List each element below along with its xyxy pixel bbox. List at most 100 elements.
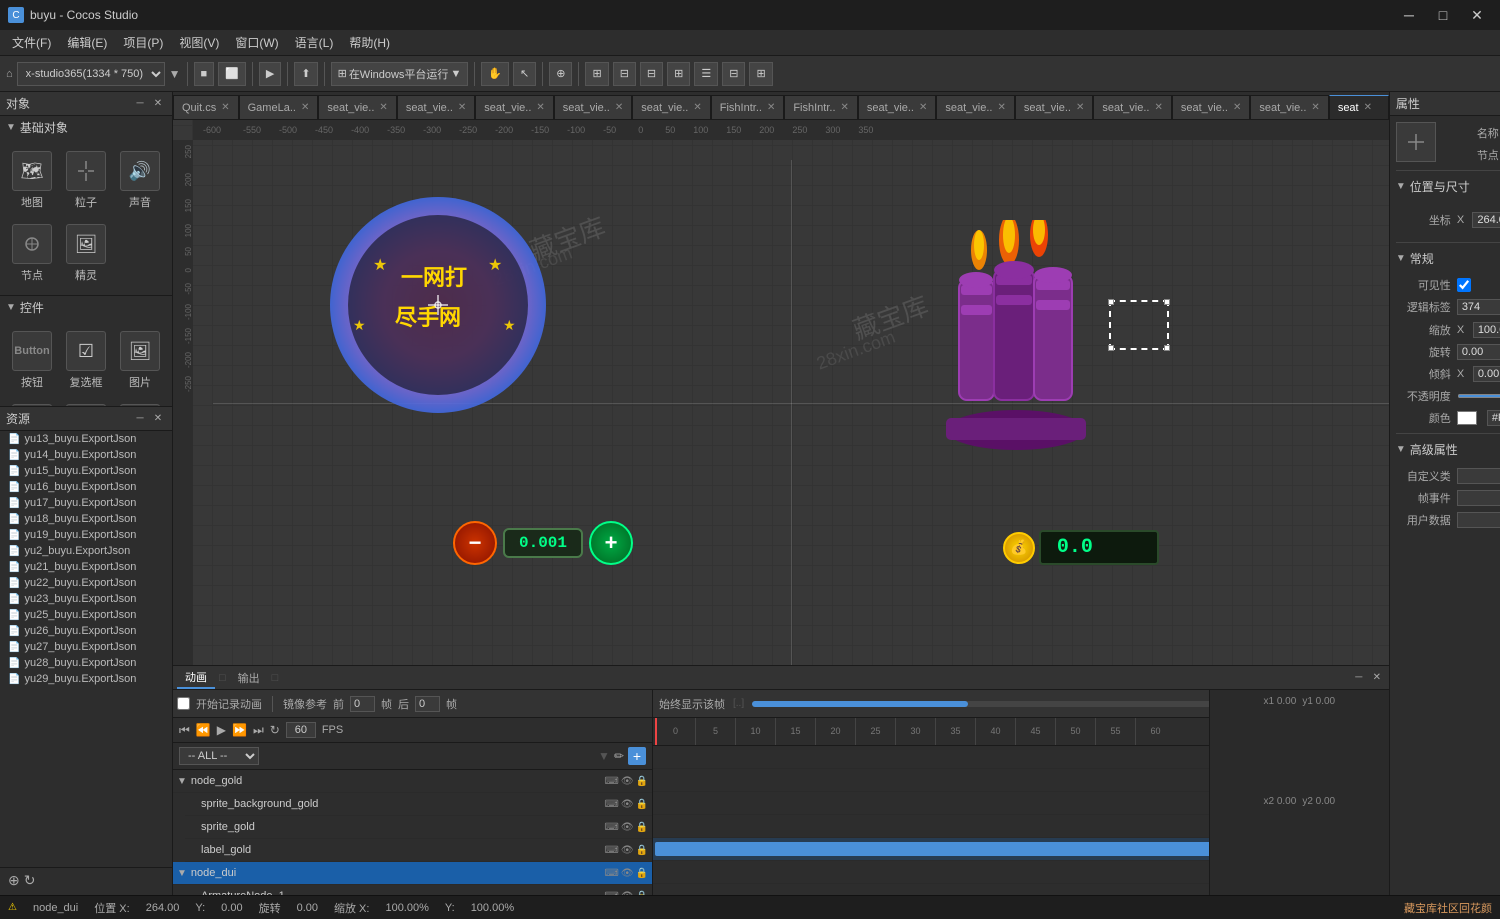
menu-project[interactable]: 项目(P) bbox=[115, 32, 171, 53]
list-item[interactable]: 📄yu21_buyu.ExportJson bbox=[0, 559, 172, 575]
menu-file[interactable]: 文件(F) bbox=[4, 32, 59, 53]
skew-x-input[interactable] bbox=[1473, 366, 1500, 382]
list-item[interactable]: 📄yu13_buyu.ExportJson bbox=[0, 431, 172, 447]
layer-node-gold[interactable]: ▼ node_gold ⌨ 👁 🔒 bbox=[173, 770, 652, 793]
tab-seat1[interactable]: seat_vie..✕ bbox=[318, 95, 396, 119]
tab-close-icon[interactable]: ✕ bbox=[301, 102, 309, 113]
list-item[interactable]: 📄yu22_buyu.ExportJson bbox=[0, 575, 172, 591]
align-btn4[interactable]: ☰ bbox=[694, 62, 718, 86]
tab-seat-active[interactable]: seat✕ bbox=[1329, 95, 1389, 119]
square-btn-2[interactable]: ⬜ bbox=[218, 62, 246, 86]
tab-close-icon[interactable]: ✕ bbox=[767, 102, 775, 113]
list-item[interactable]: 📄yu23_buyu.ExportJson bbox=[0, 591, 172, 607]
close-button[interactable]: ✕ bbox=[1462, 1, 1492, 29]
tab-close-icon[interactable]: ✕ bbox=[615, 102, 623, 113]
object-sprite[interactable]: 🖼 精灵 bbox=[62, 220, 110, 287]
object-particle[interactable]: 粒子 bbox=[62, 147, 110, 214]
list-item[interactable]: 📄yu18_buyu.ExportJson bbox=[0, 511, 172, 527]
object-sound[interactable]: 🔊 声音 bbox=[116, 147, 164, 214]
minus-button[interactable]: − bbox=[453, 521, 497, 565]
tab-close-icon[interactable]: ✕ bbox=[1311, 102, 1319, 113]
list-item[interactable]: 📄yu2_buyu.ExportJson bbox=[0, 543, 172, 559]
hand-tool[interactable]: ✋ bbox=[481, 62, 509, 86]
tab-close-icon[interactable]: ✕ bbox=[997, 102, 1005, 113]
list-item[interactable]: 📄yu16_buyu.ExportJson bbox=[0, 479, 172, 495]
layer-label-gold[interactable]: label_gold ⌨ 👁 🔒 bbox=[185, 839, 652, 862]
cursor-tool[interactable]: ↖ bbox=[513, 62, 536, 86]
panel-close-btn[interactable]: ✕ bbox=[150, 96, 166, 112]
align-btn3[interactable]: ⊞ bbox=[667, 62, 690, 86]
control-checkbox[interactable]: ☑ 复选框 bbox=[62, 327, 110, 394]
tab-close-icon[interactable]: ✕ bbox=[1154, 102, 1162, 113]
align-btn5[interactable]: ⊟ bbox=[722, 62, 745, 86]
export-button[interactable]: ⬆ bbox=[294, 62, 317, 86]
tab-close-icon[interactable]: ✕ bbox=[536, 102, 544, 113]
tab-seat9[interactable]: seat_vie..✕ bbox=[1093, 95, 1171, 119]
list-item[interactable]: 📄yu27_buyu.ExportJson bbox=[0, 639, 172, 655]
project-select[interactable]: x-studio365(1334 * 750) bbox=[17, 62, 165, 86]
list-item[interactable]: 📄yu26_buyu.ExportJson bbox=[0, 623, 172, 639]
tab-close-icon[interactable]: ✕ bbox=[1076, 102, 1084, 113]
layer-sprite-gold[interactable]: sprite_gold ⌨ 👁 🔒 bbox=[185, 816, 652, 839]
layer-sprite-bg-gold[interactable]: sprite_background_gold ⌨ 👁 🔒 bbox=[185, 793, 652, 816]
menu-help[interactable]: 帮助(H) bbox=[341, 32, 398, 53]
list-item[interactable]: 📄yu19_buyu.ExportJson bbox=[0, 527, 172, 543]
assets-add-btn[interactable]: ⊕ bbox=[8, 872, 20, 889]
tab-close-icon[interactable]: ✕ bbox=[458, 102, 466, 113]
color-swatch[interactable] bbox=[1457, 411, 1477, 425]
tab-close-icon[interactable]: ✕ bbox=[1233, 102, 1241, 113]
tab-seat4[interactable]: seat_vie..✕ bbox=[554, 95, 632, 119]
bottom-minimize-btn[interactable]: ─ bbox=[1351, 670, 1367, 686]
tab-output[interactable]: 输出 bbox=[230, 668, 268, 688]
tab-close-icon[interactable]: ✕ bbox=[1364, 102, 1372, 113]
tab-close-icon[interactable]: ✕ bbox=[919, 102, 927, 113]
loop-btn[interactable]: ↻ bbox=[270, 723, 280, 737]
layer-filter-select[interactable]: -- ALL -- bbox=[179, 747, 259, 765]
run-platform-button[interactable]: ⊞ 在Windows平台运行 ▼ bbox=[331, 62, 469, 86]
minimize-button[interactable]: ─ bbox=[1394, 1, 1424, 29]
next-frame-btn[interactable]: ⏩ bbox=[232, 723, 247, 737]
control-image[interactable]: 🖼 图片 bbox=[116, 327, 164, 394]
add-layer-btn[interactable]: + bbox=[628, 747, 646, 765]
tab-close-icon[interactable]: ✕ bbox=[841, 102, 849, 113]
pencil-btn[interactable]: ✏ bbox=[614, 749, 624, 763]
logic-tag-input[interactable] bbox=[1457, 299, 1500, 315]
menu-view[interactable]: 视图(V) bbox=[171, 32, 227, 53]
square-btn-1[interactable]: ■ bbox=[194, 62, 215, 86]
tab-close-icon[interactable]: ✕ bbox=[693, 102, 701, 113]
tab-seat7[interactable]: seat_vie..✕ bbox=[936, 95, 1014, 119]
callback-input[interactable] bbox=[1457, 490, 1500, 506]
list-item[interactable]: 📄yu17_buyu.ExportJson bbox=[0, 495, 172, 511]
control-button[interactable]: Button 按钮 bbox=[8, 327, 56, 394]
move-tool[interactable]: ⊕ bbox=[549, 62, 572, 86]
rotate-input[interactable] bbox=[1457, 344, 1500, 360]
plus-button[interactable]: + bbox=[589, 521, 633, 565]
maximize-button[interactable]: □ bbox=[1428, 1, 1458, 29]
advanced-section-header[interactable]: ▼ 高级属性 bbox=[1396, 438, 1500, 461]
before-frames-input[interactable] bbox=[350, 696, 375, 712]
assets-close-btn[interactable]: ✕ bbox=[150, 411, 166, 427]
tab-seat8[interactable]: seat_vie..✕ bbox=[1015, 95, 1093, 119]
tab-seat6[interactable]: seat_vie..✕ bbox=[858, 95, 936, 119]
menu-language[interactable]: 语言(L) bbox=[287, 32, 342, 53]
list-item[interactable]: 📄yu15_buyu.ExportJson bbox=[0, 463, 172, 479]
go-end-btn[interactable]: ⏭ bbox=[253, 723, 264, 738]
opacity-slider[interactable] bbox=[1457, 394, 1500, 398]
tab-seat2[interactable]: seat_vie..✕ bbox=[397, 95, 475, 119]
tab-seat5[interactable]: seat_vie..✕ bbox=[632, 95, 710, 119]
canvas-area[interactable]: -600 -550 -500 -450 -400 -350 -300 -250 … bbox=[173, 120, 1389, 665]
tab-seat10[interactable]: seat_vie..✕ bbox=[1172, 95, 1250, 119]
bottom-close-btn[interactable]: ✕ bbox=[1369, 670, 1385, 686]
custom-class-input[interactable] bbox=[1457, 468, 1500, 484]
grid-btn[interactable]: ⊞ bbox=[585, 62, 608, 86]
object-node[interactable]: 节点 bbox=[8, 220, 56, 287]
controls-section-header[interactable]: ▼ 控件 bbox=[0, 296, 172, 319]
tab-fishintr1[interactable]: FishIntr..✕ bbox=[711, 95, 785, 119]
normal-section-header[interactable]: ▼ 常规 bbox=[1396, 247, 1500, 270]
position-section-header[interactable]: ▼ 位置与尺寸 bbox=[1396, 175, 1500, 198]
object-map[interactable]: 🗺 地图 bbox=[8, 147, 56, 214]
color-input[interactable] bbox=[1487, 410, 1500, 426]
basic-section-header[interactable]: ▼ 基础对象 bbox=[0, 116, 172, 139]
prev-frame-btn[interactable]: ⏪ bbox=[196, 723, 211, 737]
menu-edit[interactable]: 编辑(E) bbox=[59, 32, 115, 53]
